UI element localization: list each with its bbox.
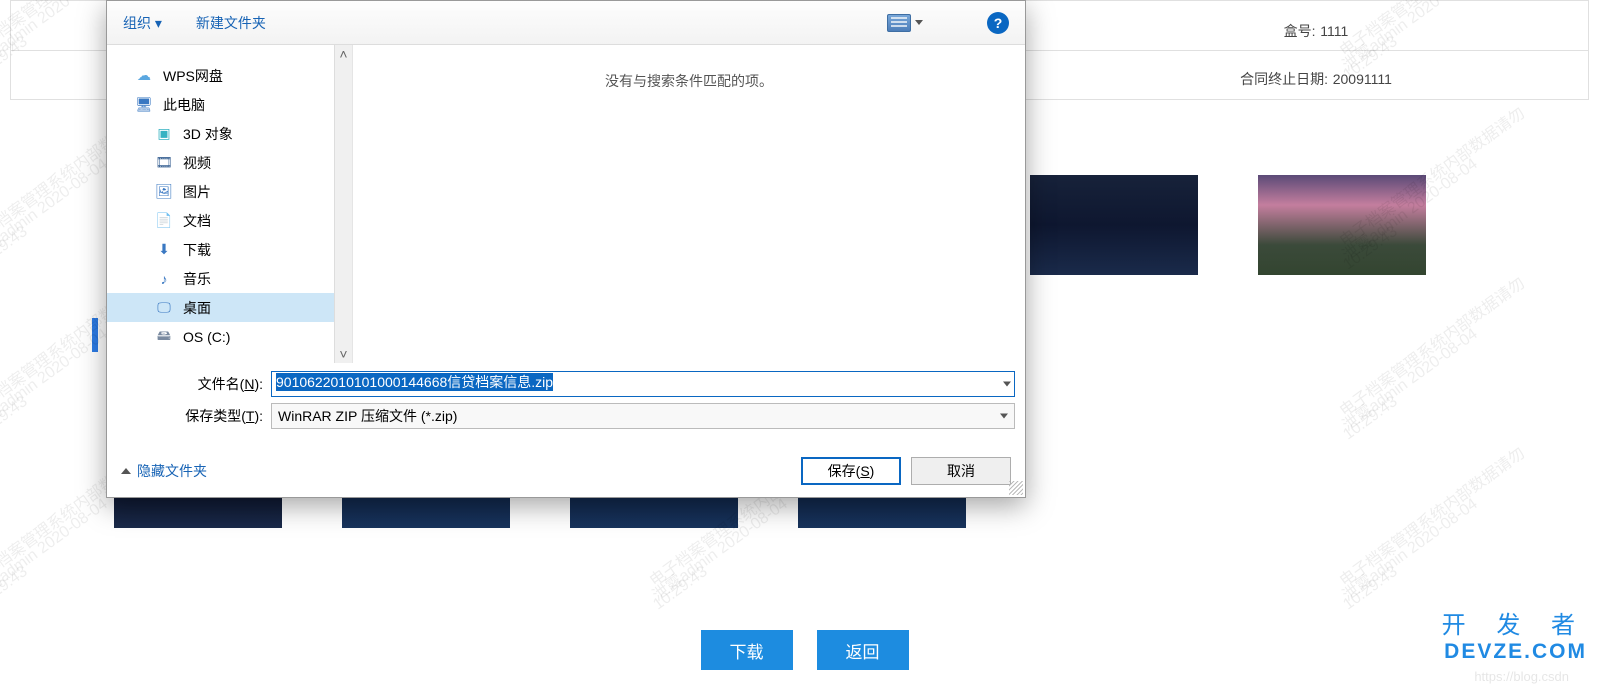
resize-handle[interactable]	[1009, 481, 1023, 495]
help-icon[interactable]: ?	[987, 12, 1009, 34]
sidebar-item-label: 此电脑	[163, 95, 205, 115]
drive-icon: 🖴	[155, 328, 173, 346]
chevron-up-icon	[121, 468, 131, 474]
sidebar-item-drive[interactable]: 🖴 OS (C:)	[107, 322, 334, 351]
back-button[interactable]: 返回	[817, 630, 909, 670]
watermark: 电子档案管理系统内部数据请勿泄露admin 2020-08-0410:29:43	[1323, 541, 1338, 587]
sidebar-item-label: 音乐	[183, 269, 211, 289]
thumbnail-row-top	[1030, 175, 1426, 275]
download-icon: ⬇	[155, 241, 173, 259]
info-contract-enddate: 合同终止日期: 20091111	[1044, 59, 1588, 99]
sidebar-item-image[interactable]: 🖼 图片	[107, 177, 334, 206]
savetype-select[interactable]: WinRAR ZIP 压缩文件 (*.zip)	[271, 403, 1015, 429]
sidebar-item-download[interactable]: ⬇ 下载	[107, 235, 334, 264]
cube-icon: ▣	[155, 125, 173, 143]
sidebar-scrollbar[interactable]: ˄ ˅	[334, 45, 352, 363]
filename-input[interactable]: 9010622010101000144668信贷档案信息.zip	[271, 371, 1015, 397]
film-icon: 🎞	[155, 154, 173, 172]
value: 1111	[1320, 23, 1348, 39]
hide-folders-label: 隐藏文件夹	[137, 461, 207, 481]
savetype-label: 保存类型(T):	[163, 406, 263, 426]
brand-en: DEVZE.COM	[1442, 640, 1587, 664]
sidebar-item-label: OS (C:)	[183, 329, 230, 345]
folder-tree: ☁ WPS网盘 🖥 此电脑 ▣ 3D 对象 🎞 视频 🖼 图片 📄 文档 ⬇ 下载 ♪ 音乐 🖵 桌面 🖴 OS (C…	[107, 45, 353, 363]
sidebar-item-label: 下载	[183, 240, 211, 260]
value: 20091111	[1333, 71, 1392, 87]
sidebar-item-cloud[interactable]: ☁ WPS网盘	[107, 61, 334, 90]
image-thumbnail[interactable]	[1258, 175, 1426, 275]
sidebar-item-label: WPS网盘	[163, 66, 223, 86]
cancel-button[interactable]: 取消	[911, 457, 1011, 485]
image-thumbnail[interactable]	[1030, 175, 1198, 275]
filename-value: 9010622010101000144668信贷档案信息.zip	[276, 373, 553, 391]
save-button[interactable]: 保存(S)	[801, 457, 901, 485]
scroll-up-icon[interactable]: ˄	[335, 45, 352, 63]
sidebar-item-music[interactable]: ♪ 音乐	[107, 264, 334, 293]
page-action-bar: 下载 返回	[701, 630, 909, 670]
info-box-number: 盒号: 1111	[1044, 11, 1588, 51]
save-as-dialog: 组织 ▾ 新建文件夹 ? ☁ WPS网盘 🖥 此电脑 ▣ 3D 对象 🎞 视频 🖼 图片 📄 文档 ⬇ 下…	[106, 0, 1026, 498]
music-icon: ♪	[155, 270, 173, 288]
view-icon	[887, 14, 911, 32]
hide-folders-toggle[interactable]: 隐藏文件夹	[121, 461, 207, 481]
sidebar-item-label: 文档	[183, 211, 211, 231]
desktop-icon: 🖵	[155, 299, 173, 317]
dialog-fields: 文件名(N): 9010622010101000144668信贷档案信息.zip…	[107, 363, 1025, 439]
label: 合同终止日期:	[1240, 69, 1328, 89]
filename-row: 文件名(N): 9010622010101000144668信贷档案信息.zip	[163, 371, 1015, 397]
filename-label: 文件名(N):	[163, 374, 263, 394]
sidebar-item-label: 图片	[183, 182, 211, 202]
sidebar-item-label: 桌面	[183, 298, 211, 318]
dialog-footer: 隐藏文件夹 保存(S) 取消	[107, 439, 1025, 497]
image-icon: 🖼	[155, 183, 173, 201]
sidebar-item-film[interactable]: 🎞 视频	[107, 148, 334, 177]
site-brand: 开 发 者 DEVZE.COM	[1442, 605, 1587, 664]
dialog-body: ☁ WPS网盘 🖥 此电脑 ▣ 3D 对象 🎞 视频 🖼 图片 📄 文档 ⬇ 下载 ♪ 音乐 🖵 桌面 🖴 OS (C…	[107, 45, 1025, 363]
savetype-row: 保存类型(T): WinRAR ZIP 压缩文件 (*.zip)	[163, 403, 1015, 429]
view-mode-dropdown[interactable]	[887, 14, 923, 32]
section-indicator	[92, 318, 98, 352]
pc-icon: 🖥	[135, 96, 153, 114]
sidebar-item-pc[interactable]: 🖥 此电脑	[107, 90, 334, 119]
sidebar-item-label: 3D 对象	[183, 124, 233, 144]
dialog-toolbar: 组织 ▾ 新建文件夹 ?	[107, 1, 1025, 45]
chevron-down-icon[interactable]	[1003, 382, 1011, 387]
sidebar-item-label: 视频	[183, 153, 211, 173]
blog-watermark: https://blog.csdn	[1474, 669, 1569, 684]
download-button[interactable]: 下载	[701, 630, 793, 670]
chevron-down-icon	[915, 20, 923, 25]
organize-menu[interactable]: 组织 ▾	[123, 13, 162, 33]
brand-zh: 开 发 者	[1442, 605, 1587, 640]
empty-state-text: 没有与搜索条件匹配的项。	[605, 71, 773, 91]
scroll-down-icon[interactable]: ˅	[335, 345, 352, 363]
sidebar-item-doc[interactable]: 📄 文档	[107, 206, 334, 235]
doc-icon: 📄	[155, 212, 173, 230]
file-list-area: 没有与搜索条件匹配的项。	[353, 45, 1025, 363]
chevron-down-icon	[1000, 414, 1008, 419]
watermark: 电子档案管理系统内部数据请勿泄露admin 2020-08-0410:29:43	[1323, 371, 1338, 417]
sidebar-item-cube[interactable]: ▣ 3D 对象	[107, 119, 334, 148]
cloud-icon: ☁	[135, 67, 153, 85]
watermark: 电子档案管理系统内部数据请勿泄露admin 2020-08-0410:29:43	[633, 541, 648, 587]
savetype-value: WinRAR ZIP 压缩文件 (*.zip)	[278, 406, 457, 426]
new-folder-button[interactable]: 新建文件夹	[196, 13, 266, 33]
label: 盒号:	[1284, 21, 1316, 41]
sidebar-item-desktop[interactable]: 🖵 桌面	[107, 293, 334, 322]
